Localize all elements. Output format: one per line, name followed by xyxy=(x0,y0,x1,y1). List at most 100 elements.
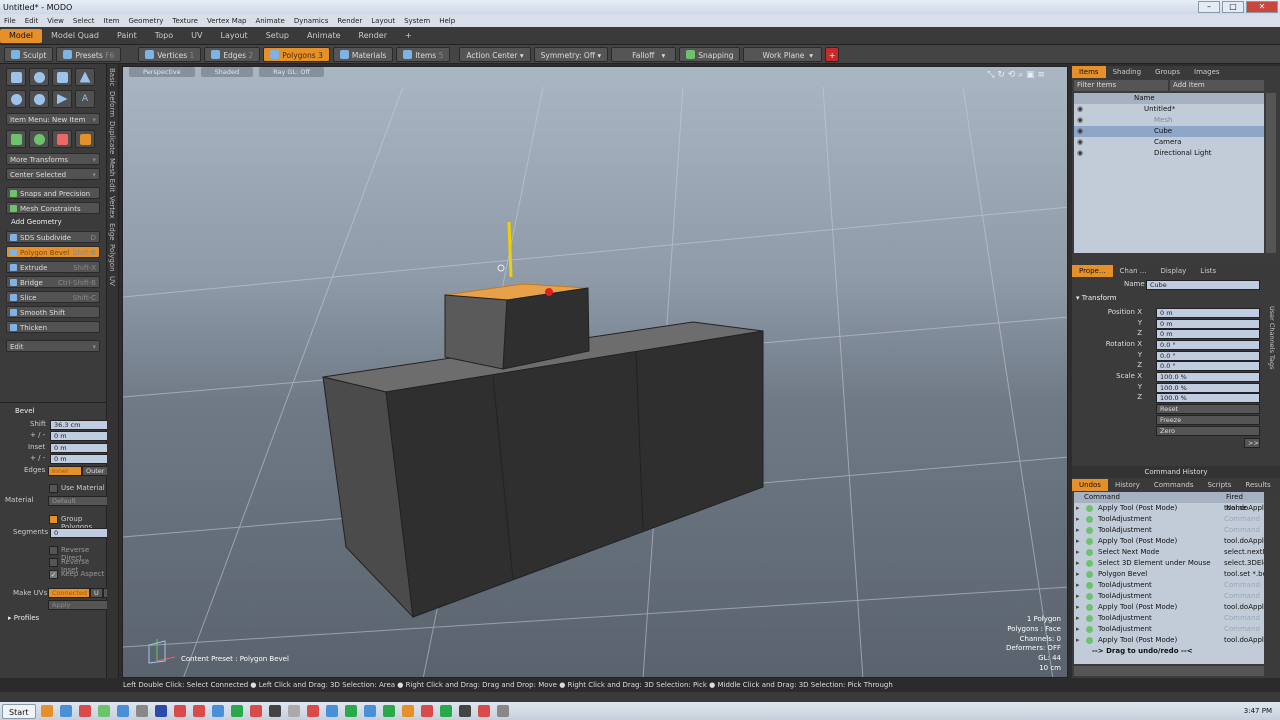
taskbar-app-icon[interactable] xyxy=(458,705,471,717)
tool-thicken[interactable]: Thicken xyxy=(6,321,100,333)
item-list-scrollbar[interactable] xyxy=(1266,93,1276,253)
taskbar-app-icon[interactable] xyxy=(344,705,357,717)
scale-z-field[interactable]: 100.0 % xyxy=(1156,393,1260,403)
more-transforms-dropdown[interactable]: More Transforms ▾ xyxy=(6,153,100,165)
expand-arrow-icon[interactable]: ▸ xyxy=(1076,624,1080,635)
scale-x-field[interactable]: 100.0 % xyxy=(1156,372,1260,382)
bevel-handle[interactable] xyxy=(545,288,553,296)
taskbar-app-icon[interactable] xyxy=(40,705,53,717)
reverse-inset-checkbox[interactable] xyxy=(49,558,58,567)
more-button[interactable]: >> xyxy=(1244,438,1260,448)
edges-inner-button[interactable]: Inner xyxy=(48,466,82,476)
expand-arrow-icon[interactable]: ▸ xyxy=(1076,569,1080,580)
zero-dropdown[interactable]: Zero xyxy=(1156,426,1260,436)
toroid-prim-icon[interactable] xyxy=(29,90,49,108)
taskbar-app-icon[interactable] xyxy=(363,705,376,717)
item-tree-row[interactable]: ◉ Camera xyxy=(1074,137,1264,148)
tool-polygon-bevel[interactable]: Polygon Bevel Shift-B xyxy=(6,246,100,258)
taskbar-app-icon[interactable] xyxy=(306,705,319,717)
properties-tab-0[interactable]: Prope... xyxy=(1072,265,1113,277)
taskbar-app-icon[interactable] xyxy=(401,705,414,717)
item-tree-row[interactable]: ◉ Directional Light xyxy=(1074,148,1264,159)
vertices-button[interactable]: Vertices 1 xyxy=(138,46,202,62)
text-tool-icon[interactable]: A xyxy=(75,90,95,108)
tool-smooth-shift[interactable]: Smooth Shift xyxy=(6,306,100,318)
history-row[interactable]: ▸ Select Next Mode select.nextM xyxy=(1074,547,1264,558)
falloff-dropdown[interactable]: Falloff ▾ xyxy=(611,46,677,62)
items-tab-2[interactable]: Groups xyxy=(1148,66,1187,78)
use-material-checkbox[interactable] xyxy=(49,484,58,493)
vtab-basic[interactable]: Basic xyxy=(108,68,116,87)
menu-item-file[interactable]: File xyxy=(4,17,16,25)
menu-item-animate[interactable]: Animate xyxy=(255,17,284,25)
add-layout-tab-button[interactable]: + xyxy=(396,29,421,43)
menu-item-system[interactable]: System xyxy=(404,17,430,25)
viewport-controls[interactable]: ⤡ ↻ ⟲ ⌕ ▣ ≡ xyxy=(987,70,1045,80)
add-item-dropdown[interactable]: Add Item xyxy=(1170,80,1264,91)
history-tab-1[interactable]: History xyxy=(1108,479,1147,491)
taskbar-app-icon[interactable] xyxy=(287,705,300,717)
history-row[interactable]: ▸ ToolAdjustment Command xyxy=(1074,624,1264,635)
vtab-edge[interactable]: Edge xyxy=(108,223,116,241)
filter-items-field[interactable]: Filter Items xyxy=(1074,80,1168,91)
history-tab-0[interactable]: Undos xyxy=(1072,479,1108,491)
taskbar-app-icon[interactable] xyxy=(268,705,281,717)
polygons-button[interactable]: Polygons 3 xyxy=(263,46,330,62)
item-name-field[interactable]: Cube xyxy=(1146,280,1260,290)
items-tab-0[interactable]: Items xyxy=(1072,66,1106,78)
menu-item-select[interactable]: Select xyxy=(73,17,95,25)
history-row[interactable]: ▸ ToolAdjustment Command xyxy=(1074,613,1264,624)
history-row[interactable]: ▸ Apply Tool (Post Mode) tool.doApply xyxy=(1074,536,1264,547)
menu-item-item[interactable]: Item xyxy=(104,17,120,25)
vtab-polygon[interactable]: Polygon xyxy=(108,244,116,272)
tab-uv[interactable]: UV xyxy=(182,29,211,43)
menu-item-vertex-map[interactable]: Vertex Map xyxy=(207,17,247,25)
visibility-eye-icon[interactable]: ◉ xyxy=(1077,137,1083,148)
taskbar-app-icon[interactable] xyxy=(135,705,148,717)
group-polygons-checkbox[interactable] xyxy=(49,515,58,524)
scale-y-field[interactable]: 100.0 % xyxy=(1156,382,1260,393)
history-row[interactable]: ▸ Select 3D Element under Mouse select.3DE… xyxy=(1074,558,1264,569)
rotate-tool-icon[interactable] xyxy=(29,130,49,148)
history-row[interactable]: ▸ Apply Tool (Post Mode) tool.doApply xyxy=(1074,503,1264,514)
taskbar-app-icon[interactable] xyxy=(211,705,224,717)
add-tab-button[interactable]: + xyxy=(824,46,840,62)
taskbar-app-icon[interactable] xyxy=(78,705,91,717)
history-row[interactable]: ▸ ToolAdjustment Command xyxy=(1074,514,1264,525)
item-tree-row[interactable]: ◉ Mesh xyxy=(1074,115,1264,126)
taskbar-app-icon[interactable] xyxy=(192,705,205,717)
history-tab-3[interactable]: Scripts xyxy=(1200,479,1238,491)
taskbar-app-icon[interactable] xyxy=(477,705,490,717)
edges-button[interactable]: Edges 2 xyxy=(204,46,261,62)
shift-handle[interactable] xyxy=(507,221,513,278)
visibility-eye-icon[interactable]: ◉ xyxy=(1077,104,1083,115)
edit-dropdown[interactable]: Edit ▾ xyxy=(6,340,100,352)
freeze-dropdown[interactable]: Freeze xyxy=(1156,415,1260,425)
taskbar-app-icon[interactable] xyxy=(382,705,395,717)
taskbar-app-icon[interactable] xyxy=(173,705,186,717)
taskbar-app-icon[interactable] xyxy=(59,705,72,717)
profiles-header[interactable]: ▸ Profiles xyxy=(8,614,39,622)
history-row[interactable]: ▸ ToolAdjustment Command xyxy=(1074,525,1264,536)
tool-sds-subdivide[interactable]: SDS Subdivide D xyxy=(6,231,100,243)
make-uvs-dropdown[interactable]: Connected xyxy=(48,588,90,598)
rotation-x-field[interactable]: 0.0 ° xyxy=(1156,340,1260,350)
vtab-vertex[interactable]: Vertex xyxy=(108,196,116,219)
tool-extrude[interactable]: Extrude Shift-X xyxy=(6,261,100,273)
history-tab-2[interactable]: Commands xyxy=(1147,479,1201,491)
menu-item-help[interactable]: Help xyxy=(439,17,455,25)
pen-tool-icon[interactable] xyxy=(52,90,72,108)
vtab-mesh-edit[interactable]: Mesh Edit xyxy=(108,158,116,192)
tab-layout[interactable]: Layout xyxy=(211,29,256,43)
taskbar-app-icon[interactable] xyxy=(230,705,243,717)
tab-model-quad[interactable]: Model Quad xyxy=(42,29,108,43)
taskbar-app-icon[interactable] xyxy=(496,705,509,717)
expand-arrow-icon[interactable]: ▸ xyxy=(1076,503,1080,514)
taskbar-app-icon[interactable] xyxy=(249,705,262,717)
vtab-duplicate[interactable]: Duplicate xyxy=(108,121,116,154)
position-x-field[interactable]: 0 m xyxy=(1156,308,1260,318)
tab-paint[interactable]: Paint xyxy=(108,29,146,43)
taskbar-app-icon[interactable] xyxy=(154,705,167,717)
tab-topo[interactable]: Topo xyxy=(146,29,182,43)
reset-dropdown[interactable]: Reset xyxy=(1156,404,1260,414)
